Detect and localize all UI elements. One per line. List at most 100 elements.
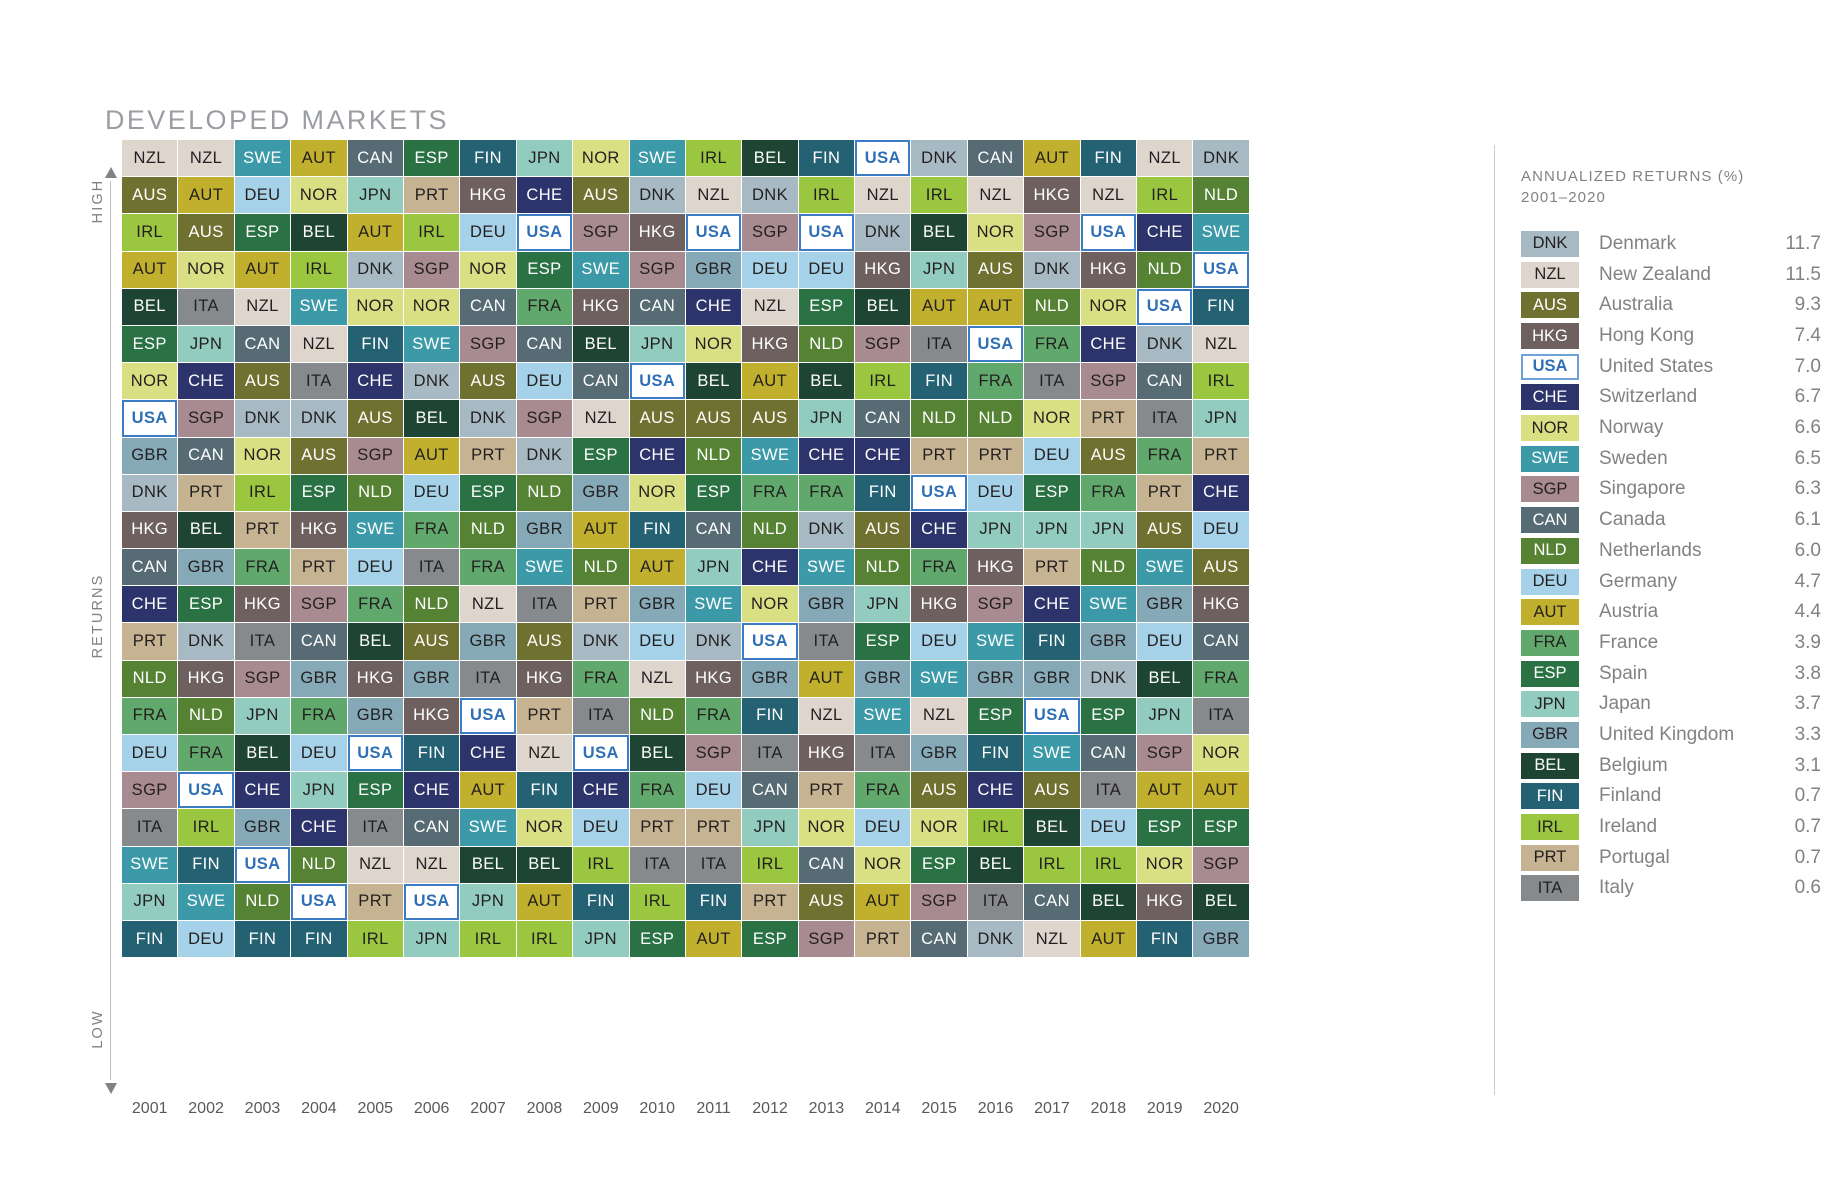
heatmap-cell: CAN: [1024, 883, 1080, 920]
heatmap-cell: DEU: [1193, 511, 1249, 549]
legend-row: SGP Singapore 6.3: [1521, 474, 1821, 505]
heatmap-cell: PRT: [629, 809, 685, 846]
heatmap-cell: NLD: [347, 474, 403, 511]
heatmap-cell: SWE: [460, 809, 516, 846]
heatmap-cell: JPN: [798, 400, 855, 437]
heatmap-cell: DEU: [122, 735, 178, 772]
heatmap-cell: DEU: [798, 251, 855, 288]
heatmap-cell: HKG: [178, 660, 234, 697]
heatmap-cell: IRL: [291, 251, 347, 288]
legend-country-name: Sweden: [1599, 447, 1668, 469]
heatmap-cell: SGP: [347, 437, 403, 474]
heatmap-cell: FIN: [1024, 623, 1080, 660]
heatmap-cell: CHE: [742, 549, 798, 586]
heatmap-cell: AUT: [178, 177, 234, 214]
heatmap-cell: BEL: [629, 735, 685, 772]
heatmap-cell: USA: [234, 846, 291, 883]
legend-country-name: Italy: [1599, 877, 1634, 899]
heatmap-cell: SGP: [573, 214, 629, 251]
heatmap-cell: CHE: [798, 437, 855, 474]
axis-arrow-down-icon: [105, 1083, 117, 1094]
heatmap-cell: DNK: [291, 400, 347, 437]
legend-return-value: 0.7: [1794, 785, 1821, 807]
heatmap-cell: JPN: [911, 251, 967, 288]
heatmap-cell: FIN: [291, 920, 347, 958]
heatmap-cell: SWE: [347, 511, 403, 549]
legend-row: FRA France 3.9: [1521, 628, 1821, 659]
axis-label-high: HIGH: [90, 178, 106, 224]
heatmap-cell: CAN: [855, 400, 911, 437]
heatmap-cell: CHE: [234, 772, 291, 809]
heatmap-cell: FIN: [573, 883, 629, 920]
heatmap-cell: GBR: [1137, 586, 1193, 623]
heatmap-cell: DNK: [798, 511, 855, 549]
heatmap-cell: FRA: [1137, 437, 1193, 474]
heatmap-cell: PRT: [742, 883, 798, 920]
heatmap-cell: GBR: [629, 586, 685, 623]
heatmap-cell: PRT: [178, 474, 234, 511]
returns-axis: HIGH RETURNS LOW: [88, 163, 122, 1098]
heatmap-cell: USA: [178, 772, 234, 809]
legend-return-value: 0.6: [1794, 877, 1821, 899]
heatmap-cell: SWE: [234, 140, 291, 177]
legend-return-value: 6.3: [1794, 478, 1821, 500]
legend-country-name: Australia: [1599, 294, 1673, 316]
heatmap-cell: CHE: [911, 511, 967, 549]
year-axis: 2001 2002 2003 2004 2005 2006 2007 2008 2009 2010…: [122, 1100, 1249, 1118]
heatmap-cell: USA: [291, 883, 347, 920]
heatmap-cell: IRL: [178, 809, 234, 846]
heatmap-cell: NOR: [798, 809, 855, 846]
heatmap-cell: NLD: [516, 474, 573, 511]
legend-color-chip: FIN: [1521, 783, 1579, 810]
axis-arrow-up-icon: [105, 167, 117, 178]
legend-color-chip: SWE: [1521, 445, 1579, 472]
legend-color-chip: HKG: [1521, 323, 1579, 349]
heatmap-cell: NLD: [291, 846, 347, 883]
heatmap-cell: FRA: [460, 549, 516, 586]
heatmap-cell: AUT: [403, 437, 460, 474]
heatmap-cell: FRA: [347, 586, 403, 623]
heatmap-cell: BEL: [347, 623, 403, 660]
year-label: 2004: [301, 1100, 337, 1117]
legend-return-value: 0.7: [1794, 816, 1821, 837]
heatmap-cell: NZL: [855, 177, 911, 214]
heatmap-cell: JPN: [573, 920, 629, 958]
heatmap-cell: CAN: [1137, 363, 1193, 400]
heatmap-cell: ITA: [291, 363, 347, 400]
legend-return-value: 6.0: [1794, 539, 1821, 561]
heatmap-cell: ITA: [798, 623, 855, 660]
heatmap-cell: AUS: [460, 363, 516, 400]
heatmap-cell: ESP: [1137, 809, 1193, 846]
heatmap-cell: AUT: [629, 549, 685, 586]
heatmap-cell: PRT: [1137, 474, 1193, 511]
legend-row: USA United States 7.0: [1521, 351, 1821, 382]
legend-divider: [1494, 145, 1495, 1095]
heatmap-cell: ESP: [234, 214, 291, 251]
legend-color-chip: CAN: [1521, 507, 1579, 534]
heatmap-cell: NZL: [742, 288, 798, 325]
heatmap-cell: SWE: [685, 586, 742, 623]
heatmap-cell: BEL: [573, 325, 629, 363]
heatmap-cell: BEL: [178, 511, 234, 549]
heatmap-cell: USA: [516, 214, 573, 251]
heatmap-cell: JPN: [685, 549, 742, 586]
heatmap-cell: IRL: [1137, 177, 1193, 214]
heatmap-cell: CAN: [516, 325, 573, 363]
heatmap-cell: ITA: [967, 883, 1024, 920]
heatmap-cell: SGP: [516, 400, 573, 437]
heatmap-cell: IRL: [403, 214, 460, 251]
heatmap-cell: SGP: [1137, 735, 1193, 772]
heatmap-cell: DNK: [122, 474, 178, 511]
heatmap-cell: NOR: [460, 251, 516, 288]
heatmap-cell: USA: [122, 400, 178, 437]
heatmap-cell: IRL: [629, 883, 685, 920]
heatmap-cell: CHE: [178, 363, 234, 400]
heatmap-cell: NOR: [347, 288, 403, 325]
heatmap-cell: BEL: [403, 400, 460, 437]
heatmap-cell: DNK: [516, 437, 573, 474]
heatmap-cell: PRT: [798, 772, 855, 809]
heatmap-cell: FRA: [516, 288, 573, 325]
heatmap-cell: JPN: [1137, 697, 1193, 734]
heatmap-cell: DEU: [1024, 437, 1080, 474]
heatmap-cell: ITA: [1024, 363, 1080, 400]
